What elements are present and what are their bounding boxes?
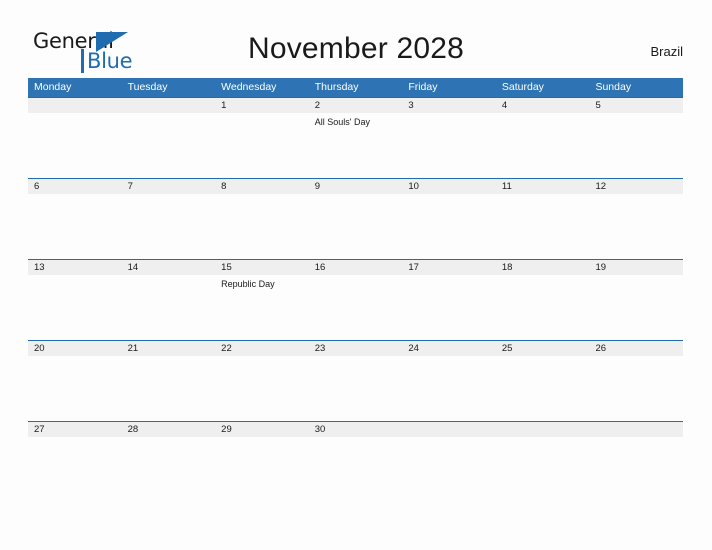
week-event-band (28, 194, 683, 260)
weekday-header-row: Monday Tuesday Wednesday Thursday Friday… (28, 78, 683, 97)
day-number[interactable]: 17 (402, 260, 496, 275)
day-event[interactable] (28, 194, 122, 260)
week-row: 13 14 15 16 17 18 19 Republic Day (28, 259, 683, 341)
day-number[interactable]: 3 (402, 98, 496, 113)
day-number[interactable]: 16 (309, 260, 403, 275)
day-event[interactable] (122, 194, 216, 260)
day-number[interactable] (589, 422, 683, 437)
day-number[interactable]: 8 (215, 179, 309, 194)
day-event[interactable] (402, 356, 496, 422)
day-event[interactable] (402, 275, 496, 341)
week-row: 1 2 3 4 5 All Souls' Day (28, 97, 683, 179)
day-event[interactable] (122, 437, 216, 503)
week-event-band (28, 356, 683, 422)
week-event-band: All Souls' Day (28, 113, 683, 179)
day-event[interactable] (309, 275, 403, 341)
day-number[interactable]: 10 (402, 179, 496, 194)
day-number[interactable] (122, 98, 216, 113)
weekday-header-wednesday: Wednesday (221, 81, 277, 93)
day-event[interactable] (496, 194, 590, 260)
weekday-header-thursday: Thursday (314, 81, 359, 93)
day-event[interactable] (28, 437, 122, 503)
day-event[interactable] (589, 356, 683, 422)
day-event[interactable]: Republic Day (215, 275, 309, 341)
day-number[interactable]: 30 (309, 422, 403, 437)
day-number[interactable]: 20 (28, 341, 122, 356)
weekday-header-sunday: Sunday (595, 81, 632, 93)
day-number[interactable]: 9 (309, 179, 403, 194)
week-event-band (28, 437, 683, 503)
day-event[interactable]: All Souls' Day (309, 113, 403, 179)
day-number[interactable]: 23 (309, 341, 403, 356)
day-event[interactable] (402, 113, 496, 179)
weekday-header-friday: Friday (408, 81, 438, 93)
day-number[interactable]: 13 (28, 260, 122, 275)
day-event[interactable] (589, 194, 683, 260)
day-number[interactable]: 26 (589, 341, 683, 356)
day-number[interactable]: 18 (496, 260, 590, 275)
day-event[interactable] (309, 356, 403, 422)
calendar-grid: Monday Tuesday Wednesday Thursday Friday… (28, 78, 683, 503)
week-number-band: 6 7 8 9 10 11 12 (28, 178, 683, 194)
day-event[interactable] (496, 437, 590, 503)
week-row: 6 7 8 9 10 11 12 (28, 178, 683, 260)
day-event[interactable] (28, 113, 122, 179)
day-event[interactable] (589, 437, 683, 503)
week-number-band: 1 2 3 4 5 (28, 97, 683, 113)
week-number-band: 27 28 29 30 (28, 421, 683, 437)
day-number[interactable]: 6 (28, 179, 122, 194)
day-number[interactable]: 27 (28, 422, 122, 437)
day-event[interactable] (215, 113, 309, 179)
day-event[interactable] (122, 113, 216, 179)
day-event[interactable] (309, 437, 403, 503)
day-event[interactable] (215, 437, 309, 503)
day-event[interactable] (402, 437, 496, 503)
day-event[interactable] (402, 194, 496, 260)
day-number[interactable] (496, 422, 590, 437)
day-event[interactable] (496, 275, 590, 341)
week-row: 27 28 29 30 (28, 421, 683, 503)
day-number[interactable]: 7 (122, 179, 216, 194)
day-number[interactable]: 28 (122, 422, 216, 437)
day-number[interactable]: 1 (215, 98, 309, 113)
day-event[interactable] (589, 113, 683, 179)
day-event[interactable] (215, 194, 309, 260)
day-number[interactable]: 11 (496, 179, 590, 194)
day-number[interactable]: 12 (589, 179, 683, 194)
region-label: Brazil (650, 44, 683, 59)
week-row: 20 21 22 23 24 25 26 (28, 340, 683, 422)
day-number[interactable]: 15 (215, 260, 309, 275)
weekday-header-saturday: Saturday (501, 81, 544, 93)
weekday-header-monday: Monday (34, 81, 72, 93)
day-number[interactable]: 25 (496, 341, 590, 356)
day-number[interactable]: 21 (122, 341, 216, 356)
day-number[interactable]: 14 (122, 260, 216, 275)
day-event[interactable] (309, 194, 403, 260)
day-number[interactable]: 19 (589, 260, 683, 275)
day-number[interactable] (28, 98, 122, 113)
day-number[interactable]: 22 (215, 341, 309, 356)
day-event[interactable] (28, 275, 122, 341)
day-number[interactable]: 29 (215, 422, 309, 437)
day-number[interactable]: 5 (589, 98, 683, 113)
day-number[interactable]: 2 (309, 98, 403, 113)
week-number-band: 13 14 15 16 17 18 19 (28, 259, 683, 275)
page-header: General Blue November 2028 Brazil (0, 0, 712, 76)
day-event[interactable] (589, 275, 683, 341)
day-event[interactable] (122, 356, 216, 422)
day-event[interactable] (28, 356, 122, 422)
day-event[interactable] (215, 356, 309, 422)
day-number[interactable]: 24 (402, 341, 496, 356)
weekday-header-tuesday: Tuesday (127, 81, 168, 93)
week-number-band: 20 21 22 23 24 25 26 (28, 340, 683, 356)
day-number[interactable]: 4 (496, 98, 590, 113)
day-number[interactable] (402, 422, 496, 437)
day-event[interactable] (496, 113, 590, 179)
day-event[interactable] (496, 356, 590, 422)
week-event-band: Republic Day (28, 275, 683, 341)
page-title: November 2028 (247, 32, 465, 65)
day-event[interactable] (122, 275, 216, 341)
